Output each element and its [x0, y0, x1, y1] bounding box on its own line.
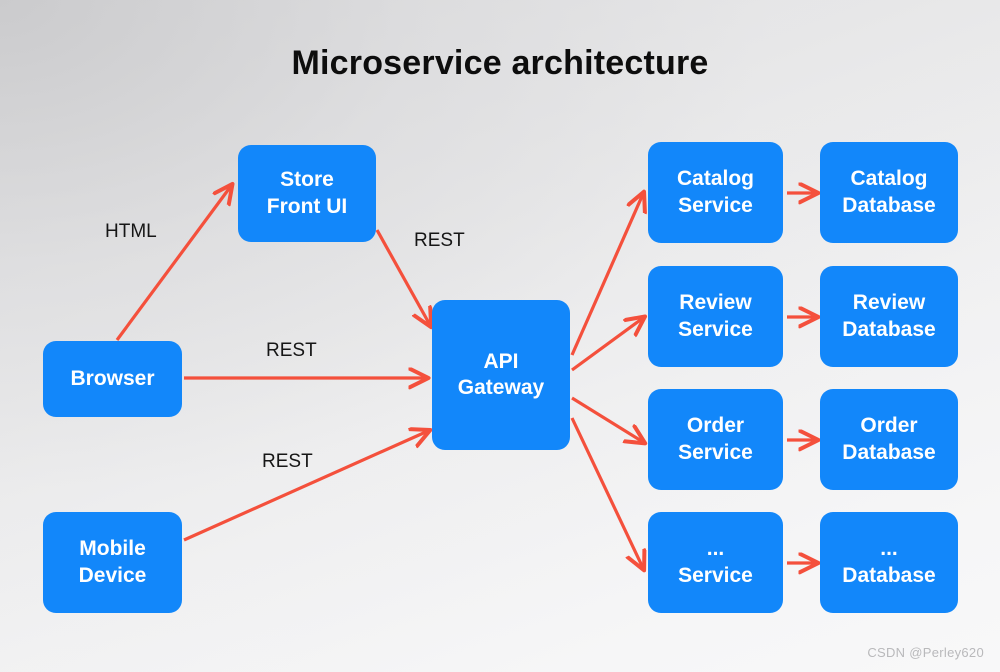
node-review-service-line2: Service	[678, 317, 753, 341]
node-browser[interactable]: Browser	[43, 341, 182, 417]
node-mobile-device-text: Mobile Device	[79, 536, 147, 589]
edge-label-mobile-rest: REST	[262, 451, 313, 472]
node-other-service-line2: Service	[678, 563, 753, 587]
node-catalog-database-line1: Catalog	[850, 167, 928, 191]
node-order-service[interactable]: Order Service	[648, 389, 783, 490]
arrow-gateway-to-review-service	[571, 318, 643, 372]
node-mobile-device-line1: Mobile	[79, 537, 146, 561]
node-order-service-line2: Service	[678, 440, 753, 464]
edge-label-html: HTML	[105, 221, 157, 242]
arrow-gateway-to-other-service	[570, 417, 643, 568]
node-browser-text: Browser	[70, 366, 154, 392]
node-store-front-ui-text: Store Front UI	[267, 167, 347, 220]
node-other-service-line1: ...	[706, 537, 725, 561]
node-catalog-service-line1: Catalog	[676, 167, 754, 191]
node-review-database-line2: Database	[842, 317, 936, 341]
edge-label-store-front-rest: REST	[414, 230, 465, 251]
arrow-mobile-to-gateway	[183, 431, 428, 542]
node-review-service[interactable]: Review Service	[648, 266, 783, 367]
node-order-service-text: Order Service	[678, 413, 753, 466]
node-store-front-ui-line2: Front UI	[266, 194, 348, 218]
node-order-service-line1: Order	[686, 414, 745, 438]
edge-label-browser-rest: REST	[266, 340, 317, 361]
arrow-gateway-to-order-service	[571, 396, 643, 442]
node-mobile-device[interactable]: Mobile Device	[43, 512, 182, 613]
node-mobile-device-line2: Device	[78, 563, 147, 587]
node-store-front-ui[interactable]: Store Front UI	[238, 145, 376, 242]
arrow-browser-to-store-front	[115, 186, 231, 341]
node-api-gateway-text: API Gateway	[458, 349, 544, 402]
node-other-service[interactable]: ... Service	[648, 512, 783, 613]
node-other-database-line1: ...	[880, 537, 898, 561]
node-other-database[interactable]: ... Database	[820, 512, 958, 613]
diagram-canvas: Microservice architecture Store Front UI…	[0, 0, 1000, 672]
node-catalog-database-text: Catalog Database	[842, 166, 935, 219]
node-store-front-ui-line1: Store	[280, 168, 334, 192]
page-title: Microservice architecture	[291, 44, 709, 82]
node-review-service-line1: Review	[679, 291, 752, 315]
node-review-service-text: Review Service	[678, 290, 753, 343]
node-review-database-text: Review Database	[842, 290, 935, 343]
node-api-gateway-line1: API	[483, 349, 519, 373]
node-order-database[interactable]: Order Database	[820, 389, 958, 490]
node-review-database[interactable]: Review Database	[820, 266, 958, 367]
node-api-gateway[interactable]: API Gateway	[432, 300, 570, 450]
node-other-service-text: ... Service	[678, 536, 753, 589]
watermark: CSDN @Perley620	[867, 645, 984, 660]
node-other-database-text: ... Database	[842, 536, 935, 589]
node-catalog-database-line2: Database	[842, 193, 936, 217]
node-browser-line1: Browser	[70, 366, 155, 390]
node-review-database-line1: Review	[852, 291, 926, 315]
arrow-gateway-to-catalog-service	[570, 194, 643, 356]
node-other-database-line2: Database	[842, 563, 936, 587]
node-order-database-line1: Order	[860, 414, 918, 438]
node-order-database-text: Order Database	[842, 413, 935, 466]
node-catalog-database[interactable]: Catalog Database	[820, 142, 958, 243]
node-catalog-service[interactable]: Catalog Service	[648, 142, 783, 243]
node-catalog-service-line2: Service	[678, 193, 753, 217]
node-catalog-service-text: Catalog Service	[677, 166, 754, 219]
node-order-database-line2: Database	[842, 440, 936, 464]
node-api-gateway-line2: Gateway	[457, 376, 545, 399]
